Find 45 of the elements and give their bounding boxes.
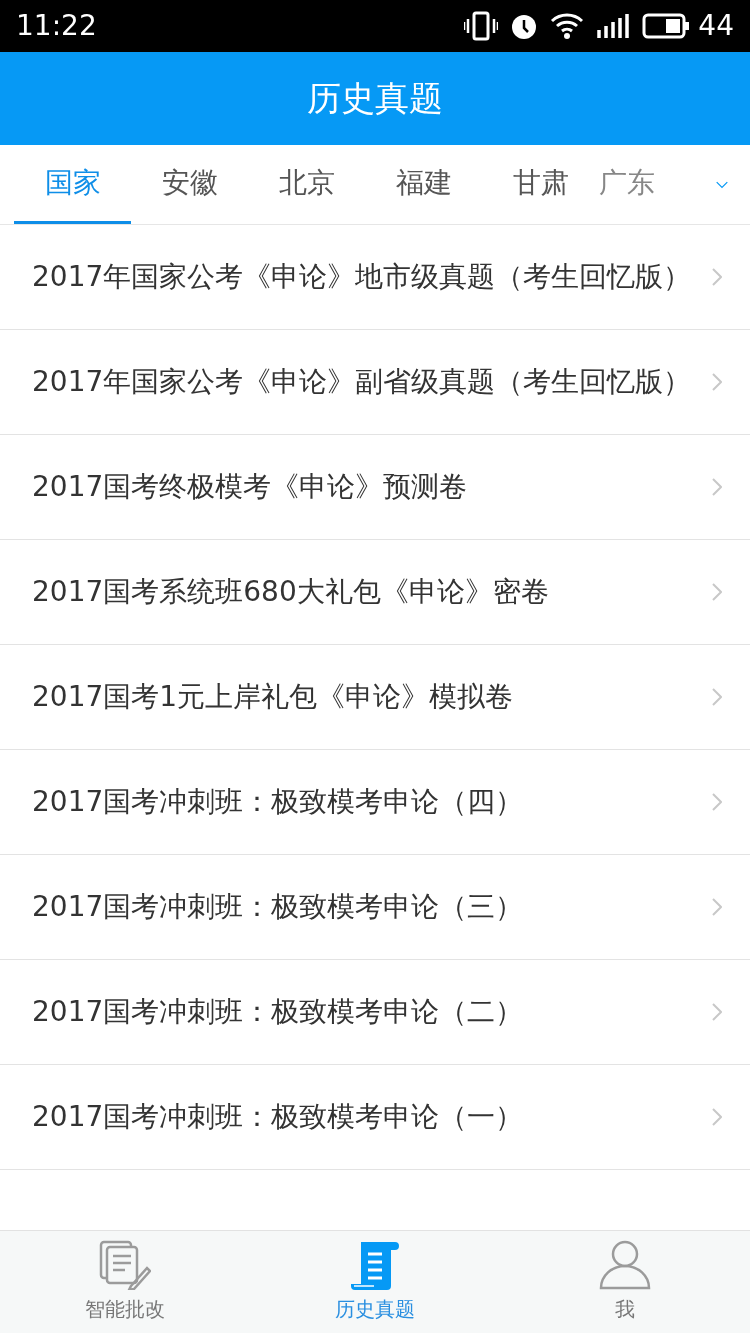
- chevron-right-icon: [712, 688, 722, 706]
- region-tab[interactable]: 广东: [599, 145, 716, 224]
- chevron-right-icon: [712, 1108, 722, 1126]
- chevron-right-icon: [712, 583, 722, 601]
- item-title: 2017国考冲刺班：极致模考申论（二）: [32, 994, 525, 1030]
- vibrate-icon: [464, 11, 499, 41]
- list-item[interactable]: 2017国考1元上岸礼包《申论》模拟卷: [0, 645, 750, 750]
- item-title: 2017国考终极模考《申论》预测卷: [32, 469, 469, 505]
- item-title: 2017年国家公考《申论》副省级真题（考生回忆版）: [32, 364, 693, 400]
- documents-pencil-icon: [99, 1240, 151, 1290]
- status-time: 11:22: [16, 8, 97, 44]
- chevron-right-icon: [712, 1003, 722, 1021]
- scroll-icon: [349, 1240, 401, 1290]
- list-item[interactable]: 2017国考终极模考《申论》预测卷: [0, 435, 750, 540]
- battery-level: 44: [698, 8, 734, 44]
- alarm-icon: [510, 12, 539, 40]
- item-title: 2017年国家公考《申论》地市级真题（考生回忆版）: [32, 259, 693, 295]
- signal-icon: [596, 12, 631, 40]
- list-item[interactable]: 2017年国家公考《申论》地市级真题（考生回忆版）: [0, 225, 750, 330]
- region-tab[interactable]: 安徽: [131, 145, 248, 224]
- list-item[interactable]: 2017国考系统班680大礼包《申论》密卷: [0, 540, 750, 645]
- list-item[interactable]: 2017国考冲刺班：极致模考申论（四）: [0, 750, 750, 855]
- item-title: 2017国考冲刺班：极致模考申论（三）: [32, 889, 525, 925]
- item-title: 2017国考冲刺班：极致模考申论（一）: [32, 1099, 525, 1135]
- battery-icon: [642, 13, 691, 39]
- person-icon: [599, 1240, 651, 1290]
- list-item[interactable]: 2017国考冲刺班：极致模考申论（二）: [0, 960, 750, 1065]
- chevron-right-icon: [712, 373, 722, 391]
- page-title: 历史真题: [307, 77, 443, 120]
- chevron-right-icon: [712, 478, 722, 496]
- region-tab[interactable]: 福建: [365, 145, 482, 224]
- region-tab[interactable]: 甘肃: [482, 145, 599, 224]
- chevron-right-icon: [712, 268, 722, 286]
- list-item[interactable]: 2017年国家公考《申论》副省级真题（考生回忆版）: [0, 330, 750, 435]
- item-title: 2017国考1元上岸礼包《申论》模拟卷: [32, 679, 515, 715]
- item-title: 2017国考系统班680大礼包《申论》密卷: [32, 574, 550, 610]
- chevron-right-icon: [712, 898, 722, 916]
- wifi-icon: [550, 12, 585, 40]
- region-tab[interactable]: 北京: [248, 145, 365, 224]
- item-title: 2017国考冲刺班：极致模考申论（四）: [32, 784, 525, 820]
- nav-tab[interactable]: 我: [500, 1231, 750, 1333]
- chevron-right-icon: [712, 793, 722, 811]
- list-item[interactable]: 2017国考冲刺班：极致模考申论（三）: [0, 855, 750, 960]
- list-item[interactable]: 2017国考冲刺班：极致模考申论（一）: [0, 1065, 750, 1170]
- nav-tab[interactable]: 智能批改: [0, 1231, 250, 1333]
